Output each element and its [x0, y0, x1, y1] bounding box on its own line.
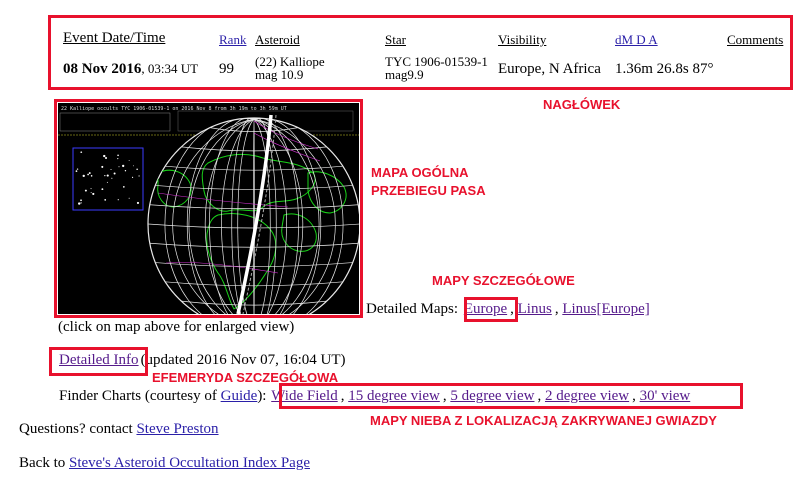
questions-text: Questions? contact — [19, 421, 137, 437]
asteroid-mag: mag 10.9 — [255, 67, 304, 82]
col-header-dmda-link[interactable]: dM D A — [615, 32, 658, 48]
annotation-mapa-ogolna: MAPA OGÓLNA PRZEBIEGU PASA — [371, 164, 486, 200]
back-row: Back to Steve's Asteroid Occultation Ind… — [19, 455, 310, 472]
dmda-value: 1.36m 26.8s 87° — [615, 61, 714, 77]
col-header-rank-link[interactable]: Rank — [219, 32, 246, 48]
visibility-value: Europe, N Africa — [498, 61, 601, 77]
col-header-star: Star — [385, 32, 406, 47]
star-cell: TYC 1906-01539-1 mag9.9 — [385, 55, 488, 81]
annotation-naglowek: NAGŁÓWEK — [543, 97, 621, 112]
annotation-mapa-line2: PRZEBIEGU PASA — [371, 183, 486, 198]
col-header-visibility: Visibility — [498, 32, 547, 47]
back-index-page-link[interactable]: Steve's Asteroid Occultation Index Page — [69, 455, 310, 471]
detailed-info-updated: (updated 2016 Nov 07, 16:04 UT) — [140, 352, 346, 368]
back-text: Back to — [19, 455, 69, 471]
rank-value: 99 — [219, 61, 234, 77]
overview-map-image: 22 Kalliope occults TYC 1906-01539-1 on … — [58, 103, 359, 314]
finder-prefix: Finder Charts (courtesy of — [59, 388, 221, 404]
col-header-date: Event Date/Time — [63, 30, 166, 46]
detailed-info-highlight-box — [49, 347, 148, 376]
contact-steve-preston-link[interactable]: Steve Preston — [136, 421, 218, 437]
overview-map-link[interactable]: 22 Kalliope occults TYC 1906-01539-1 on … — [58, 103, 359, 314]
star-mag: mag9.9 — [385, 67, 424, 82]
europe-highlight-box — [464, 297, 518, 322]
finder-suffix: ): — [257, 388, 267, 404]
questions-row: Questions? contact Steve Preston — [19, 421, 219, 438]
event-date: 08 Nov 2016, 03:34 UT — [63, 61, 198, 78]
detailed-map-linus-europe-link[interactable]: Linus[Europe] — [562, 301, 649, 317]
event-time: , 03:34 UT — [141, 61, 199, 76]
finder-highlight-box — [279, 383, 743, 409]
asteroid-cell: (22) Kalliope mag 10.9 — [255, 55, 325, 81]
annotation-mapy-szczegolowe: MAPY SZCZEGÓŁOWE — [432, 273, 575, 288]
annotation-mapa-line1: MAPA OGÓLNA — [371, 165, 469, 180]
event-date-value: 08 Nov 2016 — [63, 61, 142, 77]
col-header-comments: Comments — [727, 32, 784, 47]
col-header-asteroid: Asteroid — [255, 32, 300, 47]
guide-link[interactable]: Guide — [221, 388, 258, 404]
annotation-mapy-nieba: MAPY NIEBA Z LOKALIZACJĄ ZAKRYWANEJ GWIA… — [370, 413, 717, 428]
click-hint: (click on map above for enlarged view) — [58, 319, 295, 335]
detailed-maps-label: Detailed Maps: — [366, 301, 459, 317]
detailed-maps-sep2: , — [554, 301, 559, 317]
detailed-map-linus-link[interactable]: Linus — [518, 301, 552, 317]
